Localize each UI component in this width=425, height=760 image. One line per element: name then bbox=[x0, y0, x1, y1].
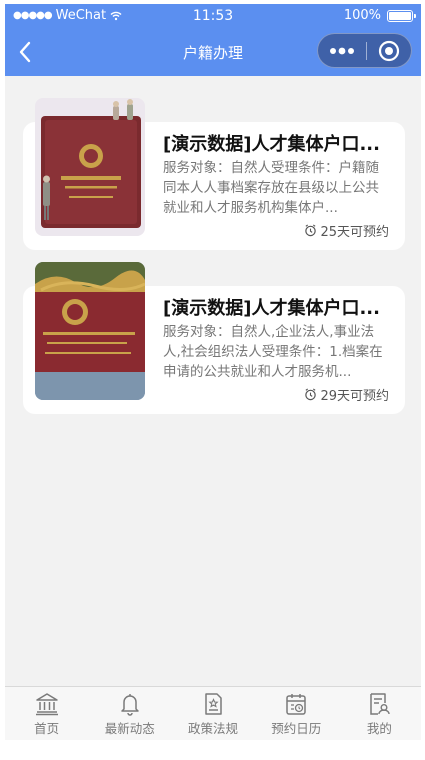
status-right: 100% bbox=[343, 8, 416, 23]
tab-home[interactable]: 首页 bbox=[5, 687, 88, 740]
mini-program-capsule bbox=[317, 33, 412, 68]
card-title: [演示数据]人才集体户口... bbox=[163, 134, 380, 155]
battery-percent: 100% bbox=[343, 8, 381, 23]
profile-doc-icon bbox=[370, 692, 391, 715]
bank-icon bbox=[35, 692, 58, 715]
card-title: [演示数据]人才集体户口... bbox=[163, 298, 380, 319]
card-description: 服务对象：自然人受理条件：户籍随同本人人事档案存放在县级以上公共就业和人才服务机… bbox=[163, 160, 379, 216]
nav-bar: 户籍办理 bbox=[5, 28, 421, 76]
tab-label: 政策法规 bbox=[188, 720, 239, 736]
card-description: 服务对象：自然人,企业法人,事业法人,社会组织法人受理条件：1.档案在申请的公共… bbox=[163, 324, 383, 380]
alarm-clock-icon bbox=[305, 388, 317, 401]
bell-icon bbox=[121, 693, 139, 716]
household-register-photo bbox=[35, 262, 145, 400]
card-image-passport bbox=[35, 98, 145, 236]
close-mini-program-button[interactable] bbox=[367, 34, 411, 67]
card-image-passport bbox=[35, 262, 145, 400]
tab-label: 最新动态 bbox=[104, 720, 155, 736]
service-card[interactable]: [演示数据]人才集体户口... 服务对象：自然人,企业法人,事业法人,社会组织法… bbox=[23, 262, 405, 414]
calendar-icon bbox=[286, 693, 306, 715]
tab-label: 首页 bbox=[34, 720, 60, 736]
tab-label: 预约日历 bbox=[271, 720, 322, 736]
tab-label: 我的 bbox=[366, 720, 392, 736]
card-availability: 29天可预约 bbox=[304, 385, 389, 404]
household-register-photo bbox=[35, 98, 145, 236]
card-availability: 25天可预约 bbox=[304, 221, 389, 240]
more-dots-icon bbox=[330, 47, 354, 54]
availability-text: 25天可预约 bbox=[320, 225, 389, 240]
status-bar: ●●●●● WeChat 11:53 100% bbox=[5, 4, 421, 28]
phone-screen: ●●●●● WeChat 11:53 100% 户籍办理 [演示数据]人才集体户… bbox=[5, 4, 421, 740]
battery-icon bbox=[387, 9, 416, 22]
target-close-icon bbox=[378, 40, 400, 61]
service-card[interactable]: [演示数据]人才集体户口... 服务对象：自然人受理条件：户籍随同本人人事档案存… bbox=[23, 98, 405, 250]
tab-news[interactable]: 最新动态 bbox=[88, 687, 171, 740]
tab-calendar[interactable]: 预约日历 bbox=[255, 687, 338, 740]
document-star-icon bbox=[205, 692, 222, 715]
tab-bar: 首页 最新动态 政策法规 预约日历 我的 bbox=[5, 686, 421, 740]
availability-text: 29天可预约 bbox=[320, 389, 389, 404]
alarm-clock-icon bbox=[305, 224, 317, 237]
tab-profile[interactable]: 我的 bbox=[338, 687, 421, 740]
tab-policy[interactable]: 政策法规 bbox=[171, 687, 254, 740]
more-button[interactable] bbox=[318, 34, 366, 67]
